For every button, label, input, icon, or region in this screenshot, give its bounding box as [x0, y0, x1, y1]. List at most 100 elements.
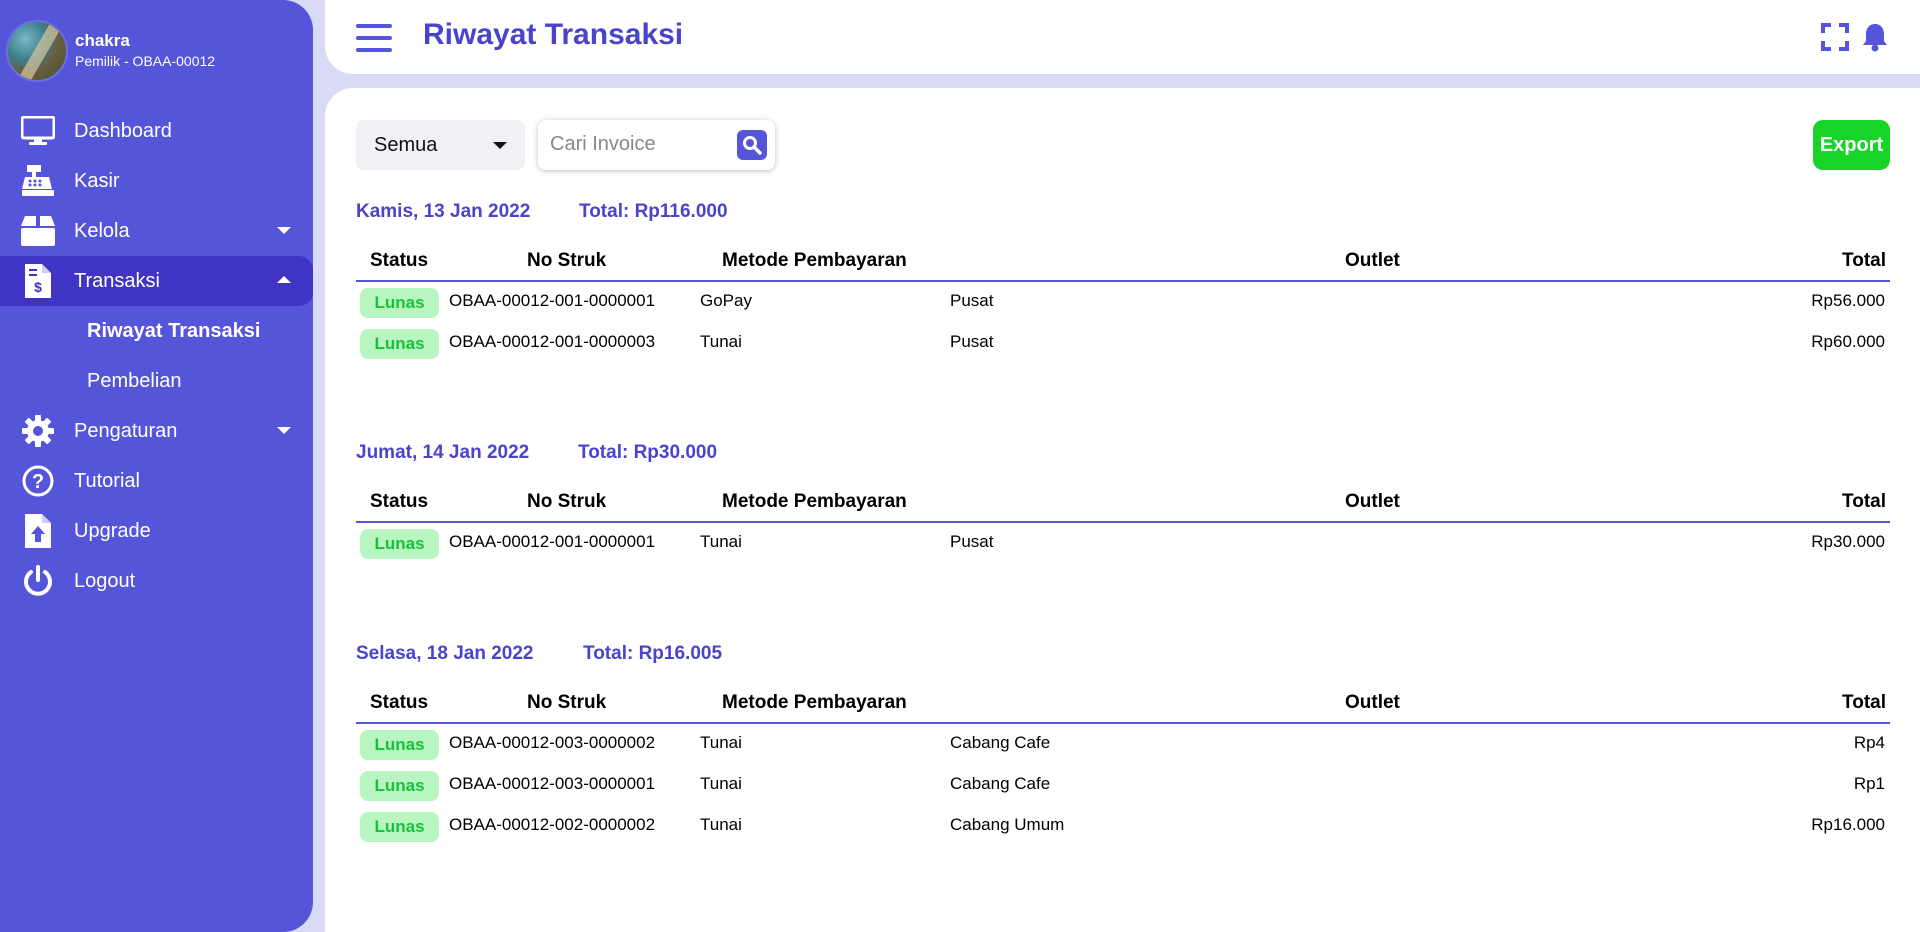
chevron-down-icon [277, 227, 291, 234]
status-badge: Lunas [360, 329, 439, 359]
cell-outlet: Pusat [950, 291, 994, 310]
sidebar-item-upgrade[interactable]: Upgrade [0, 506, 313, 556]
col-status: Status [370, 692, 429, 713]
main-content: Semua Export Kamis, 13 Jan 2022 Total: R… [325, 88, 1920, 932]
sidebar: chakra Pemilik - OBAA-00012 Dashboard Ka… [0, 0, 313, 932]
table-row[interactable]: Lunas OBAA-00012-001-0000001 Tunai Pusat… [356, 523, 1890, 564]
group-date: Kamis, 13 Jan 2022 [356, 201, 531, 222]
col-metode: Metode Pembayaran [722, 491, 907, 512]
status-badge: Lunas [360, 812, 439, 842]
col-status: Status [370, 250, 429, 271]
user-name: chakra [75, 31, 130, 50]
cell-outlet: Pusat [950, 332, 994, 351]
sidebar-item-dashboard[interactable]: Dashboard [0, 106, 313, 156]
cell-total: Rp56.000 [1811, 291, 1885, 310]
table-header: Status No Struk Metode Pembayaran Outlet… [356, 485, 1890, 523]
group-date: Selasa, 18 Jan 2022 [356, 643, 534, 664]
table-row[interactable]: Lunas OBAA-00012-001-0000003 Tunai Pusat… [356, 323, 1890, 364]
cell-outlet: Cabang Cafe [950, 774, 1051, 793]
cell-outlet: Pusat [950, 532, 994, 551]
col-outlet: Outlet [1345, 692, 1400, 713]
select-value: Semua [374, 133, 438, 156]
cell-metode: Tunai [700, 815, 742, 834]
cash-register-icon [20, 163, 56, 199]
caret-down-icon [493, 142, 507, 149]
col-total: Total [1842, 491, 1886, 512]
transaction-group: Kamis, 13 Jan 2022 Total: Rp116.000 Stat… [356, 201, 1890, 364]
chevron-up-icon [277, 276, 291, 283]
submenu-item-pembelian[interactable]: Pembelian [0, 356, 313, 406]
search-icon [743, 136, 762, 155]
sidebar-item-label: Logout [74, 569, 136, 592]
table-row[interactable]: Lunas OBAA-00012-001-0000001 GoPay Pusat… [356, 282, 1890, 323]
status-badge: Lunas [360, 529, 439, 559]
cell-total: Rp4 [1853, 733, 1885, 752]
question-circle-icon: ? [20, 463, 56, 499]
bell-icon[interactable] [1860, 22, 1890, 52]
sidebar-item-label: Transaksi [74, 269, 160, 292]
sidebar-item-transaksi[interactable]: $ Transaksi [0, 256, 313, 306]
invoice-icon: $ [20, 263, 56, 299]
col-no-struk: No Struk [527, 250, 607, 271]
cell-no-struk: OBAA-00012-002-0000002 [449, 815, 656, 834]
cell-total: Rp16.000 [1811, 815, 1885, 834]
col-metode: Metode Pembayaran [722, 692, 907, 713]
search-button[interactable] [737, 130, 767, 160]
file-upload-icon [20, 513, 56, 549]
cell-no-struk: OBAA-00012-001-0000001 [449, 532, 656, 551]
table-row[interactable]: Lunas OBAA-00012-002-0000002 Tunai Caban… [356, 806, 1890, 847]
table-header: Status No Struk Metode Pembayaran Outlet… [356, 244, 1890, 282]
cell-no-struk: OBAA-00012-001-0000001 [449, 291, 656, 310]
col-total: Total [1842, 692, 1886, 713]
cell-metode: Tunai [700, 532, 742, 551]
sidebar-item-kelola[interactable]: Kelola [0, 206, 313, 256]
status-badge: Lunas [360, 730, 439, 760]
sidebar-item-label: Kelola [74, 219, 130, 242]
top-header: Riwayat Transaksi [325, 0, 1920, 74]
fullscreen-icon[interactable] [1820, 22, 1850, 52]
sidebar-item-pengaturan[interactable]: Pengaturan [0, 406, 313, 456]
cell-no-struk: OBAA-00012-003-0000001 [449, 774, 656, 793]
svg-text:$: $ [34, 279, 42, 295]
group-date: Jumat, 14 Jan 2022 [356, 442, 530, 463]
group-total: Total: Rp16.005 [583, 643, 723, 664]
svg-text:?: ? [32, 471, 44, 493]
table-row[interactable]: Lunas OBAA-00012-003-0000001 Tunai Caban… [356, 765, 1890, 806]
hamburger-menu-icon[interactable] [356, 24, 392, 52]
avatar [6, 20, 68, 82]
submenu-item-riwayat-transaksi[interactable]: Riwayat Transaksi [0, 306, 313, 356]
sidebar-menu: Dashboard Kasir Kelola $ Transaksi Riway… [0, 106, 313, 606]
transaction-group: Selasa, 18 Jan 2022 Total: Rp16.005 Stat… [356, 643, 1890, 847]
cell-outlet: Cabang Umum [950, 815, 1065, 834]
cell-total: Rp30.000 [1811, 532, 1885, 551]
cell-metode: Tunai [700, 774, 742, 793]
gear-icon [20, 413, 56, 449]
search-box [538, 120, 775, 170]
cell-metode: GoPay [700, 291, 752, 310]
cell-total: Rp60.000 [1811, 332, 1885, 351]
search-input[interactable] [548, 132, 728, 157]
power-icon [20, 563, 56, 599]
table-header: Status No Struk Metode Pembayaran Outlet… [356, 686, 1890, 724]
export-button[interactable]: Export [1813, 120, 1890, 170]
group-total: Total: Rp116.000 [579, 201, 728, 222]
status-badge: Lunas [360, 288, 439, 318]
group-total: Total: Rp30.000 [578, 442, 718, 463]
col-total: Total [1842, 250, 1886, 271]
sidebar-item-label: Dashboard [74, 119, 172, 142]
sidebar-item-kasir[interactable]: Kasir [0, 156, 313, 206]
sidebar-item-logout[interactable]: Logout [0, 556, 313, 606]
cell-total: Rp1 [1853, 774, 1885, 793]
col-metode: Metode Pembayaran [722, 250, 907, 271]
outlet-filter-select[interactable]: Semua [356, 120, 525, 170]
sidebar-item-label: Tutorial [74, 469, 140, 492]
cell-no-struk: OBAA-00012-001-0000003 [449, 332, 656, 351]
chevron-down-icon [277, 427, 291, 434]
status-badge: Lunas [360, 771, 439, 801]
table-row[interactable]: Lunas OBAA-00012-003-0000002 Tunai Caban… [356, 724, 1890, 765]
col-no-struk: No Struk [527, 692, 607, 713]
monitor-icon [20, 113, 56, 149]
sidebar-item-label: Upgrade [74, 519, 151, 542]
user-profile[interactable]: chakra Pemilik - OBAA-00012 [6, 20, 215, 82]
sidebar-item-tutorial[interactable]: ? Tutorial [0, 456, 313, 506]
